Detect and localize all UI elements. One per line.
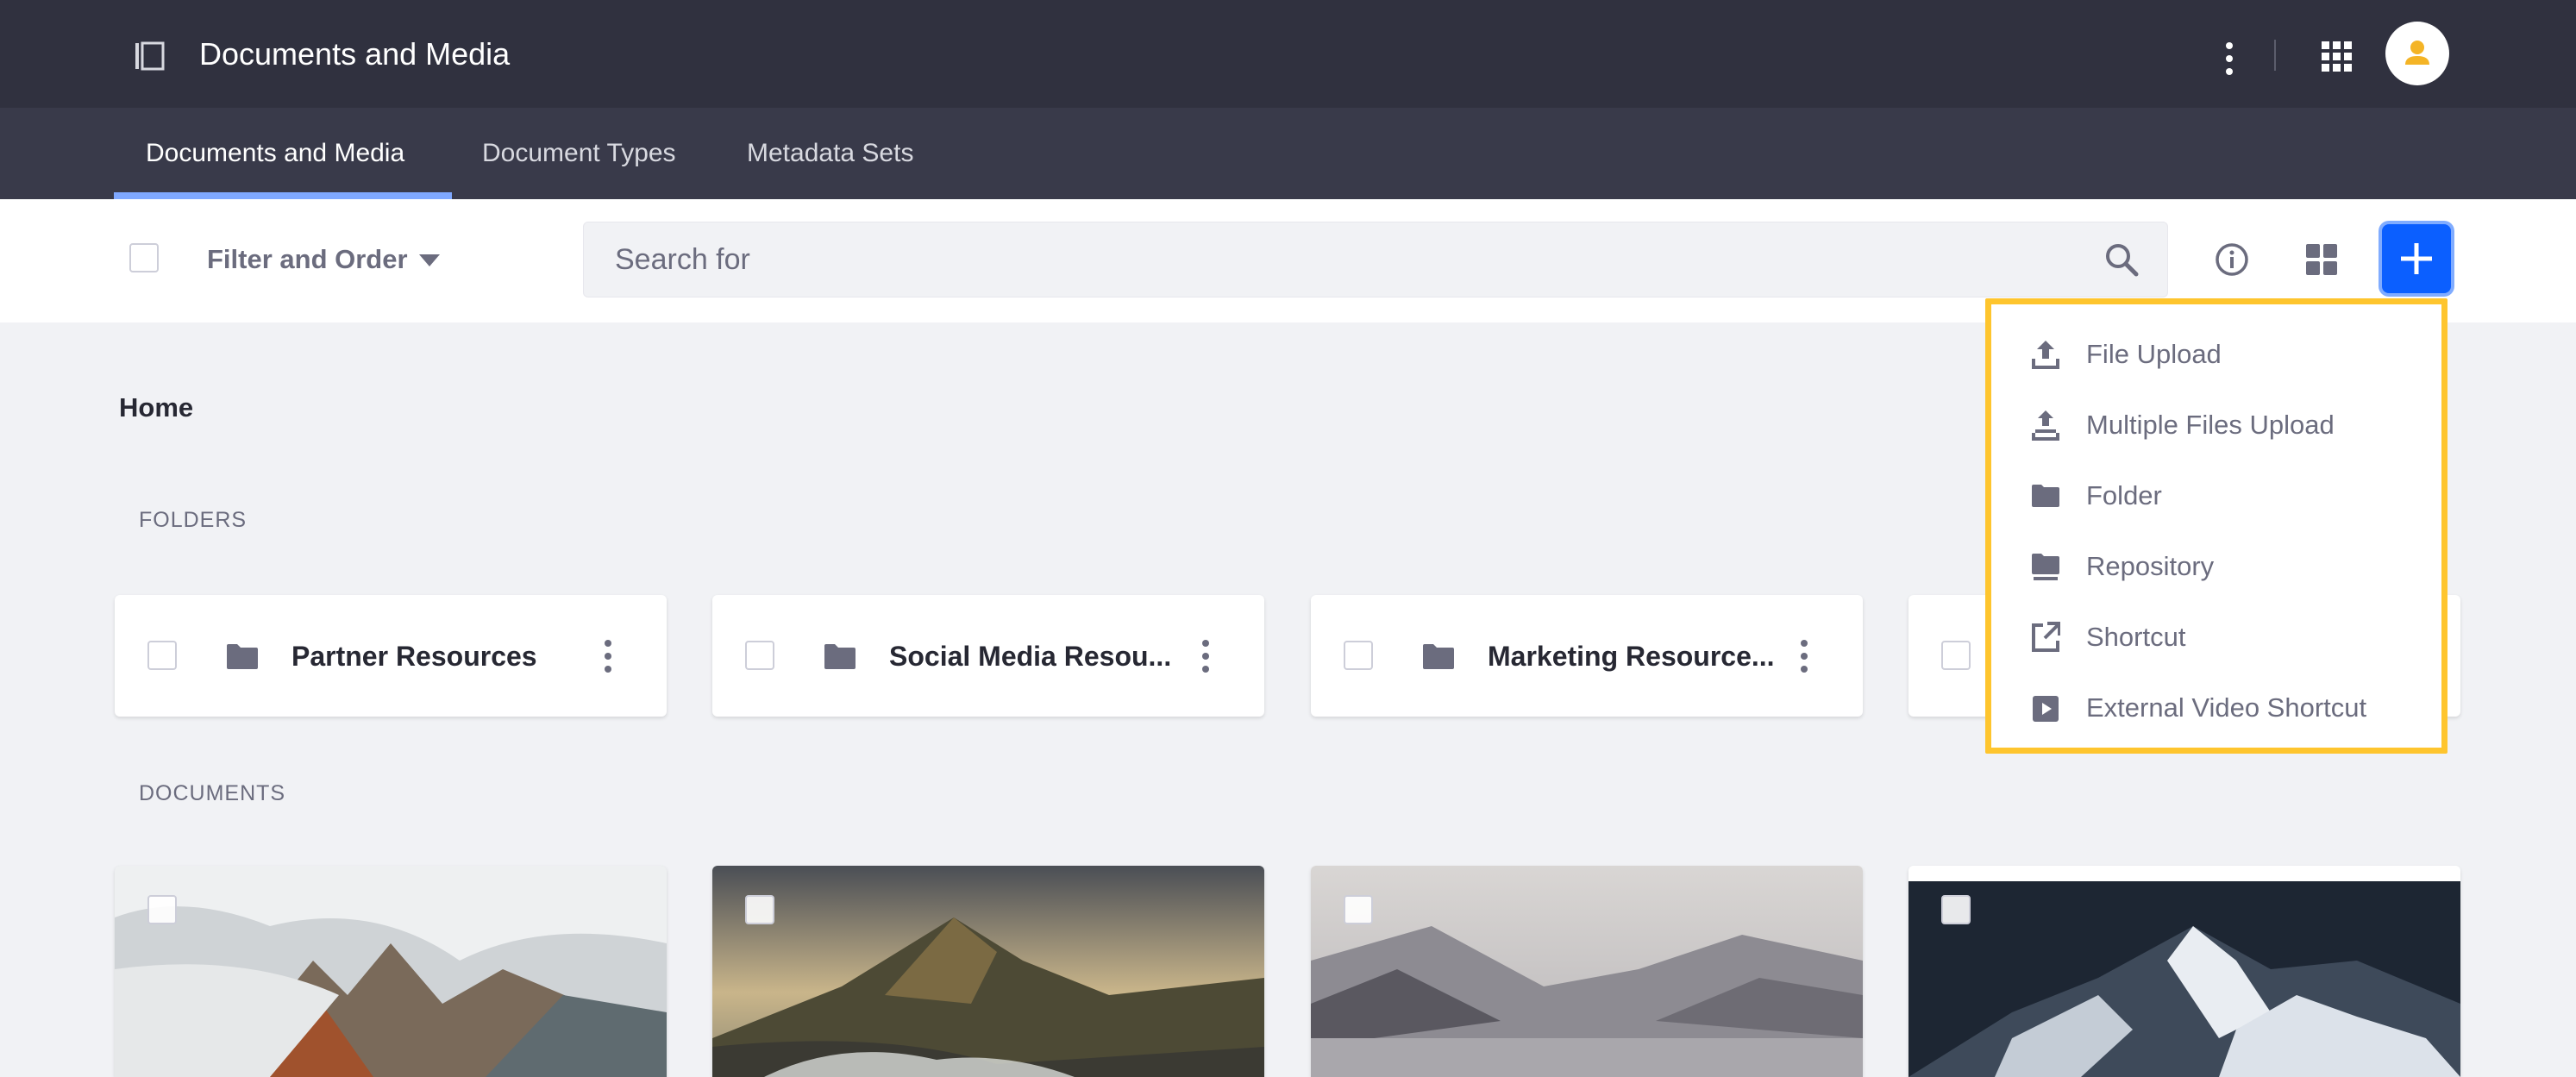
menu-item-label: Multiple Files Upload	[2086, 410, 2335, 440]
info-icon[interactable]	[2215, 242, 2249, 277]
folder-name[interactable]: Social Media Resou...	[889, 638, 1200, 674]
apps-grid-icon[interactable]	[2320, 40, 2354, 74]
folder-checkbox[interactable]	[1344, 641, 1373, 670]
shortcut-icon	[2032, 622, 2060, 652]
add-button[interactable]	[2382, 224, 2451, 293]
document-checkbox[interactable]	[147, 895, 177, 924]
caret-down-icon[interactable]	[417, 253, 442, 268]
document-thumbnail	[712, 866, 1264, 1077]
menu-item-label: File Upload	[2086, 339, 2222, 369]
options-kebab-icon[interactable]	[2216, 40, 2242, 78]
document-thumbnail	[1908, 866, 2460, 1077]
multiple-upload-icon	[2032, 410, 2059, 441]
video-icon	[2033, 696, 2059, 722]
divider	[2274, 40, 2276, 71]
document-card[interactable]	[712, 866, 1264, 1077]
search-icon[interactable]	[2103, 241, 2140, 278]
document-card[interactable]	[115, 866, 667, 1077]
search-bar	[583, 222, 2168, 297]
folder-icon	[824, 644, 856, 669]
folder-actions-kebab-icon[interactable]	[598, 638, 618, 674]
menu-item-label: External Video Shortcut	[2086, 692, 2367, 723]
search-input[interactable]	[615, 238, 2081, 281]
tab-metadata-sets[interactable]: Metadata Sets	[747, 108, 913, 199]
filter-and-order-dropdown[interactable]: Filter and Order	[207, 242, 408, 277]
menu-item-file-upload[interactable]: File Upload	[1991, 319, 2441, 390]
folder-name[interactable]: Marketing Resource...	[1488, 638, 1798, 674]
menu-item-external-video-shortcut[interactable]: External Video Shortcut	[1991, 673, 2441, 743]
document-checkbox[interactable]	[1941, 895, 1971, 924]
menu-item-label: Folder	[2086, 480, 2162, 510]
breadcrumb[interactable]: Home	[119, 391, 193, 425]
card-view-icon[interactable]	[2304, 242, 2339, 277]
folder-card[interactable]: Social Media Resou...	[712, 595, 1264, 717]
menu-item-label: Repository	[2086, 551, 2215, 581]
user-icon	[2405, 41, 2429, 65]
folder-actions-kebab-icon[interactable]	[1794, 638, 1814, 674]
menu-item-folder[interactable]: Folder	[1991, 460, 2441, 531]
folder-name[interactable]: Partner Resources	[291, 638, 602, 674]
folder-checkbox[interactable]	[147, 641, 177, 670]
document-card[interactable]	[1908, 866, 2460, 1077]
document-checkbox[interactable]	[745, 895, 774, 924]
add-menu-dropdown: File Upload Multiple Files Upload Folder…	[1985, 298, 2448, 754]
app-title: Documents and Media	[199, 36, 511, 72]
folder-card[interactable]: Marketing Resource...	[1311, 595, 1863, 717]
folder-icon	[1423, 644, 1454, 669]
tab-document-types[interactable]: Document Types	[482, 108, 676, 199]
folder-actions-kebab-icon[interactable]	[1195, 638, 1216, 674]
menu-item-label: Shortcut	[2086, 622, 2186, 652]
document-thumbnail	[115, 866, 667, 1077]
document-card[interactable]	[1311, 866, 1863, 1077]
folder-checkbox[interactable]	[745, 641, 774, 670]
document-checkbox[interactable]	[1344, 895, 1373, 924]
user-avatar[interactable]	[2385, 22, 2449, 85]
top-bar: Documents and Media	[0, 0, 2576, 108]
active-tab-indicator	[114, 192, 452, 199]
plus-icon	[2401, 243, 2432, 274]
sidebar-toggle-icon[interactable]	[133, 40, 166, 72]
menu-item-shortcut[interactable]: Shortcut	[1991, 602, 2441, 673]
documents-section-title: DOCUMENTS	[139, 781, 286, 805]
nav-bar: Documents and Media Document Types Metad…	[0, 108, 2576, 199]
folder-icon	[227, 644, 258, 669]
upload-icon	[2032, 341, 2059, 369]
document-thumbnail	[1311, 866, 1863, 1077]
folder-card[interactable]: Partner Resources	[115, 595, 667, 717]
menu-item-repository[interactable]: Repository	[1991, 531, 2441, 602]
folder-checkbox[interactable]	[1941, 641, 1971, 670]
select-all-checkbox[interactable]	[129, 243, 159, 272]
tab-documents-and-media[interactable]: Documents and Media	[146, 108, 404, 199]
folder-icon	[2032, 485, 2059, 507]
folders-section-title: FOLDERS	[139, 508, 248, 532]
repository-icon	[2032, 554, 2059, 580]
menu-item-multiple-files-upload[interactable]: Multiple Files Upload	[1991, 390, 2441, 460]
